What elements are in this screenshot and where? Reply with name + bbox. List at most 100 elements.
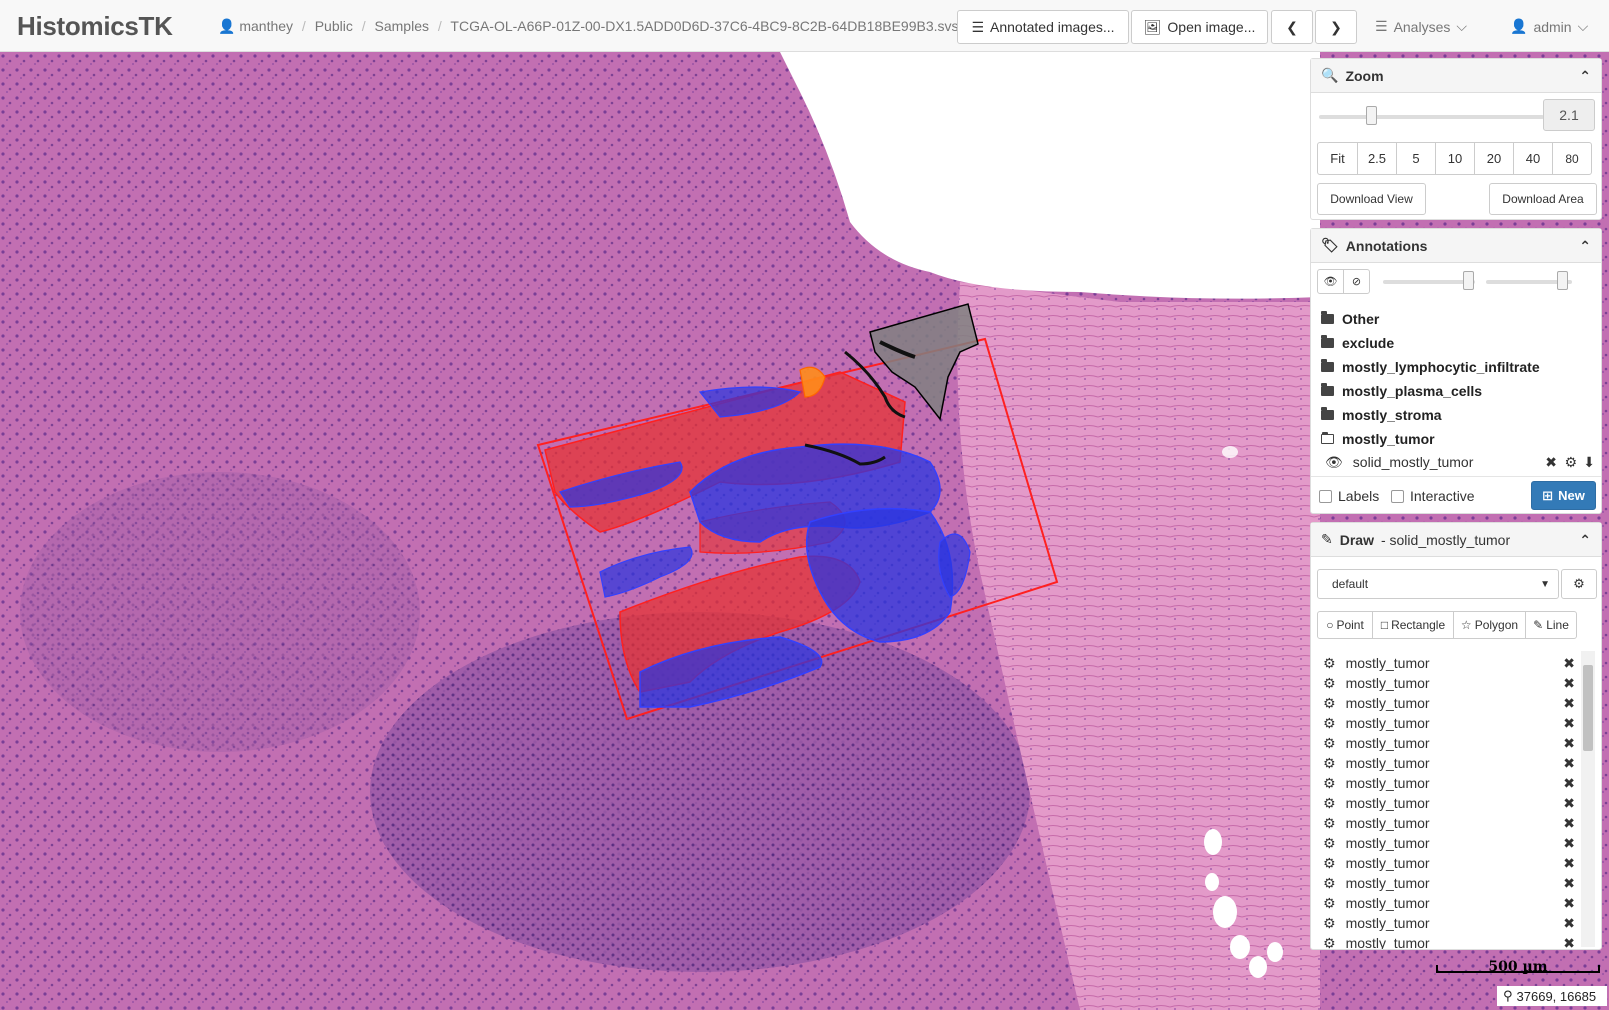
zoom-80-button[interactable]: 80: [1552, 142, 1592, 175]
element-list[interactable]: ⚙ mostly_tumor ✖ ⚙ mostly_tumor ✖ ⚙ mostly_tu…: [1311, 649, 1601, 949]
zoom-fit-button[interactable]: Fit: [1317, 142, 1358, 175]
delete-icon[interactable]: ✖: [1563, 935, 1575, 950]
user-menu[interactable]: 👤 admin ⌵: [1510, 18, 1588, 35]
gear-icon[interactable]: ⚙: [1323, 875, 1336, 892]
list-item[interactable]: ⚙ mostly_tumor ✖: [1323, 933, 1575, 950]
gear-icon[interactable]: ⚙: [1323, 815, 1336, 832]
list-item[interactable]: ⚙ mostly_tumor ✖: [1323, 653, 1575, 673]
delete-icon[interactable]: ✖: [1563, 795, 1575, 812]
folder-mostly-stroma[interactable]: mostly_stroma: [1321, 407, 1442, 423]
fill-opacity-slider-thumb[interactable]: [1557, 271, 1568, 290]
opacity-slider-thumb[interactable]: [1463, 271, 1474, 290]
interactive-checkbox[interactable]: [1391, 489, 1404, 503]
style-select[interactable]: default ▼: [1317, 569, 1559, 599]
element-list-scrollbar[interactable]: [1581, 651, 1595, 947]
interactive-toggle[interactable]: Interactive: [1391, 488, 1475, 504]
folder-other[interactable]: Other: [1321, 311, 1379, 327]
labels-checkbox[interactable]: [1319, 489, 1332, 503]
gear-icon[interactable]: ⚙: [1323, 915, 1336, 932]
breadcrumb-file[interactable]: TCGA-OL-A66P-01Z-00-DX1.5ADD0D6D-37C6-4B…: [450, 18, 958, 34]
list-item[interactable]: ⚙ mostly_tumor ✖: [1323, 733, 1575, 753]
show-all-button[interactable]: 👁: [1317, 269, 1344, 294]
annotation-item-solid-mostly-tumor[interactable]: 👁 solid_mostly_tumor ✖ ⚙ ⬇: [1325, 452, 1597, 472]
delete-icon[interactable]: ✖: [1563, 855, 1575, 872]
gear-icon[interactable]: ⚙: [1323, 695, 1336, 712]
opacity-slider-track[interactable]: [1383, 280, 1475, 284]
labels-toggle[interactable]: Labels: [1319, 488, 1379, 504]
chevron-up-icon[interactable]: ⌃: [1579, 532, 1591, 549]
delete-icon[interactable]: ✖: [1545, 454, 1557, 471]
delete-icon[interactable]: ✖: [1563, 835, 1575, 852]
list-item[interactable]: ⚙ mostly_tumor ✖: [1323, 673, 1575, 693]
delete-icon[interactable]: ✖: [1563, 695, 1575, 712]
list-item[interactable]: ⚙ mostly_tumor ✖: [1323, 693, 1575, 713]
list-item[interactable]: ⚙ mostly_tumor ✖: [1323, 793, 1575, 813]
list-item[interactable]: ⚙ mostly_tumor ✖: [1323, 833, 1575, 853]
gear-icon[interactable]: ⚙: [1323, 655, 1336, 672]
gear-icon[interactable]: ⚙: [1323, 835, 1336, 852]
list-item[interactable]: ⚙ mostly_tumor ✖: [1323, 813, 1575, 833]
next-image-button[interactable]: ❯: [1315, 10, 1357, 44]
gear-icon[interactable]: ⚙: [1323, 895, 1336, 912]
chevron-up-icon[interactable]: ⌃: [1579, 238, 1591, 255]
gear-icon[interactable]: ⚙: [1323, 715, 1336, 732]
style-settings-button[interactable]: ⚙: [1561, 569, 1597, 599]
delete-icon[interactable]: ✖: [1563, 815, 1575, 832]
download-view-button[interactable]: Download View: [1317, 183, 1426, 215]
list-item[interactable]: ⚙ mostly_tumor ✖: [1323, 893, 1575, 913]
delete-icon[interactable]: ✖: [1563, 775, 1575, 792]
draw-polygon-button[interactable]: ☆ Polygon: [1453, 611, 1526, 639]
zoom-slider-track[interactable]: [1319, 115, 1544, 119]
breadcrumb-user[interactable]: manthey: [239, 18, 293, 34]
delete-icon[interactable]: ✖: [1563, 915, 1575, 932]
folder-mostly-tumor[interactable]: mostly_tumor: [1321, 431, 1435, 447]
zoom-40-button[interactable]: 40: [1513, 142, 1553, 175]
breadcrumb-samples[interactable]: Samples: [375, 18, 429, 34]
eye-icon[interactable]: 👁: [1325, 454, 1343, 471]
draw-line-button[interactable]: ✎ Line: [1525, 611, 1577, 639]
download-area-button[interactable]: Download Area: [1489, 183, 1597, 215]
gear-icon[interactable]: ⚙: [1323, 755, 1336, 772]
gear-icon[interactable]: ⚙: [1323, 855, 1336, 872]
delete-icon[interactable]: ✖: [1563, 755, 1575, 772]
delete-icon[interactable]: ✖: [1563, 655, 1575, 672]
zoom-2.5-button[interactable]: 2.5: [1357, 142, 1397, 175]
delete-icon[interactable]: ✖: [1563, 895, 1575, 912]
download-icon[interactable]: ⬇: [1583, 454, 1595, 471]
breadcrumb-public[interactable]: Public: [315, 18, 353, 34]
previous-image-button[interactable]: ❮: [1271, 10, 1313, 44]
gear-icon[interactable]: ⚙: [1323, 735, 1336, 752]
draw-panel-header[interactable]: ✎ Draw - solid_mostly_tumor ⌃: [1311, 523, 1601, 557]
annotated-images-button[interactable]: ☰ Annotated images...: [957, 10, 1129, 44]
draw-point-button[interactable]: ○ Point: [1317, 611, 1373, 639]
new-annotation-button[interactable]: ⊞ New: [1531, 481, 1596, 510]
folder-exclude[interactable]: exclude: [1321, 335, 1394, 351]
scrollbar-thumb[interactable]: [1583, 665, 1593, 751]
gear-icon[interactable]: ⚙: [1323, 795, 1336, 812]
analyses-menu[interactable]: ☰ Analyses ⌵: [1375, 18, 1467, 35]
brand-logo[interactable]: HistomicsTK: [17, 11, 173, 42]
zoom-slider-thumb[interactable]: [1365, 106, 1377, 125]
delete-icon[interactable]: ✖: [1563, 735, 1575, 752]
delete-icon[interactable]: ✖: [1563, 715, 1575, 732]
zoom-5-button[interactable]: 5: [1396, 142, 1436, 175]
gear-icon[interactable]: ⚙: [1323, 775, 1336, 792]
delete-icon[interactable]: ✖: [1563, 675, 1575, 692]
list-item[interactable]: ⚙ mostly_tumor ✖: [1323, 713, 1575, 733]
gear-icon[interactable]: ⚙: [1323, 675, 1336, 692]
list-item[interactable]: ⚙ mostly_tumor ✖: [1323, 773, 1575, 793]
delete-icon[interactable]: ✖: [1563, 875, 1575, 892]
annotations-panel-header[interactable]: 🏷 Annotations ⌃: [1311, 229, 1601, 263]
list-item[interactable]: ⚙ mostly_tumor ✖: [1323, 913, 1575, 933]
list-item[interactable]: ⚙ mostly_tumor ✖: [1323, 853, 1575, 873]
list-item[interactable]: ⚙ mostly_tumor ✖: [1323, 753, 1575, 773]
draw-rectangle-button[interactable]: □ Rectangle: [1372, 611, 1454, 639]
open-image-button[interactable]: 🖼 Open image...: [1131, 10, 1268, 44]
zoom-20-button[interactable]: 20: [1474, 142, 1514, 175]
zoom-value-input[interactable]: 2.1: [1543, 99, 1595, 131]
zoom-10-button[interactable]: 10: [1435, 142, 1475, 175]
folder-mostly-plasma-cells[interactable]: mostly_plasma_cells: [1321, 383, 1482, 399]
gear-icon[interactable]: ⚙: [1323, 935, 1336, 950]
list-item[interactable]: ⚙ mostly_tumor ✖: [1323, 873, 1575, 893]
gear-icon[interactable]: ⚙: [1564, 454, 1577, 471]
